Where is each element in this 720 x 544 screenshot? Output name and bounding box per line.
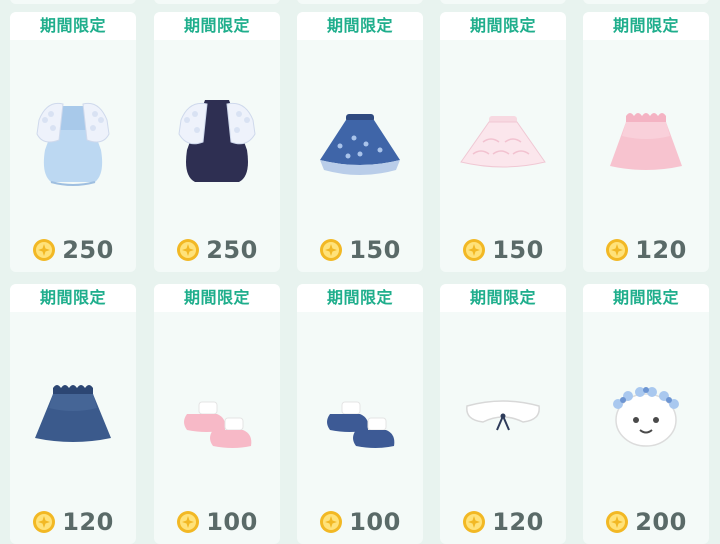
limited-time-badge: 期間限定 — [440, 12, 566, 40]
price-tag: 200 — [583, 506, 709, 538]
price-value: 200 — [635, 508, 687, 536]
pink-lace-skirt-icon — [460, 116, 546, 168]
coin-icon — [463, 511, 486, 533]
item-card-navy-skirt[interactable]: 期間限定 120 — [10, 284, 136, 544]
coin-icon — [177, 239, 200, 261]
blue-flower-crown-icon — [613, 387, 679, 447]
price-value: 100 — [349, 508, 401, 536]
light-blue-lace-dress-icon — [36, 102, 110, 186]
price-tag: 100 — [154, 506, 280, 538]
coin-icon — [606, 511, 629, 533]
navy-lace-dress-icon — [178, 100, 256, 182]
item-card-blue-flower-crown[interactable]: 期間限定 200 — [583, 284, 709, 544]
price-value: 250 — [62, 236, 114, 264]
coin-icon — [33, 511, 56, 533]
price-value: 120 — [492, 508, 544, 536]
limited-time-badge: 期間限定 — [297, 12, 423, 40]
prev-row-card-edge — [583, 0, 709, 4]
price-value: 120 — [62, 508, 114, 536]
price-tag: 120 — [583, 234, 709, 266]
price-value: 100 — [206, 508, 258, 536]
item-card-navy-shoes[interactable]: 期間限定 100 — [297, 284, 423, 544]
item-card-blue-floral-skirt[interactable]: 期間限定 150 — [297, 12, 423, 272]
limited-time-badge: 期間限定 — [154, 284, 280, 312]
item-card-pink-lace-skirt[interactable]: 期間限定 150 — [440, 12, 566, 272]
price-value: 150 — [349, 236, 401, 264]
pink-ruffle-skirt-icon — [610, 113, 682, 170]
blue-floral-skirt-icon — [320, 114, 400, 175]
item-card-pink-shoes[interactable]: 期間限定 100 — [154, 284, 280, 544]
prev-row-card-edge — [154, 0, 280, 4]
item-card-light-blue-lace-dress[interactable]: 期間限定 250 — [10, 12, 136, 272]
item-card-navy-lace-dress[interactable]: 期間限定 250 — [154, 12, 280, 272]
coin-icon — [606, 239, 629, 261]
limited-time-badge: 期間限定 — [154, 12, 280, 40]
prev-row-card-edge — [297, 0, 423, 4]
navy-skirt-icon — [35, 385, 111, 442]
navy-shoes-icon — [327, 401, 395, 448]
limited-time-badge: 期間限定 — [297, 284, 423, 312]
price-tag: 120 — [10, 506, 136, 538]
coin-icon — [463, 239, 486, 261]
item-card-pink-ruffle-skirt[interactable]: 期間限定 120 — [583, 12, 709, 272]
shop-item-grid: 期間限定 250 期間限定 250 期間限定 150 期間限定 150 期間限定… — [0, 0, 720, 544]
price-tag: 150 — [297, 234, 423, 266]
price-value: 150 — [492, 236, 544, 264]
price-tag: 250 — [10, 234, 136, 266]
price-value: 250 — [206, 236, 258, 264]
prev-row-card-edge — [10, 0, 136, 4]
coin-icon — [33, 239, 56, 261]
limited-time-badge: 期間限定 — [10, 12, 136, 40]
white-collar-ribbon-icon — [466, 400, 540, 431]
prev-row-card-edge — [440, 0, 566, 4]
limited-time-badge: 期間限定 — [583, 284, 709, 312]
price-value: 120 — [635, 236, 687, 264]
price-tag: 150 — [440, 234, 566, 266]
price-tag: 100 — [297, 506, 423, 538]
price-tag: 120 — [440, 506, 566, 538]
limited-time-badge: 期間限定 — [440, 284, 566, 312]
limited-time-badge: 期間限定 — [10, 284, 136, 312]
pink-shoes-icon — [184, 401, 252, 448]
price-tag: 250 — [154, 234, 280, 266]
item-card-white-collar-ribbon[interactable]: 期間限定 120 — [440, 284, 566, 544]
limited-time-badge: 期間限定 — [583, 12, 709, 40]
coin-icon — [177, 511, 200, 533]
coin-icon — [320, 511, 343, 533]
coin-icon — [320, 239, 343, 261]
